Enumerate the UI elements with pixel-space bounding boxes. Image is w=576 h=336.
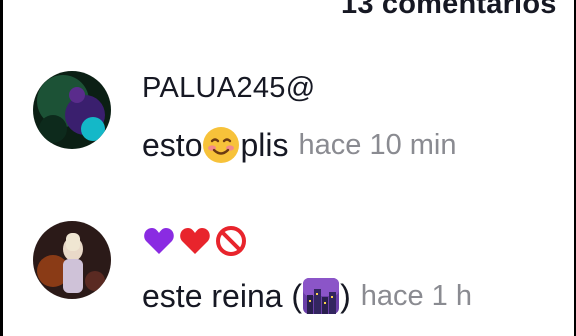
night-city-icon [302,277,340,315]
comment-body: esto plis hace 10 min [142,126,457,164]
red-heart-icon [178,224,212,263]
smiling-face-icon [202,126,240,164]
comment-timestamp: hace 10 min [298,128,457,161]
comment-timestamp: hace 1 h [360,279,472,312]
purple-heart-icon [142,224,176,263]
comment-text: esto [142,126,203,163]
comment-text: este reina ( [142,277,303,314]
comments-panel: 13 comentarios PALUA245@ esto plis hace … [3,0,574,336]
prohibited-icon [214,224,248,263]
avatar[interactable] [33,221,111,299]
avatar[interactable] [33,71,111,149]
reaction-row [142,224,248,263]
comment-username[interactable]: PALUA245@ [142,72,315,105]
comment-text-end: plis [240,126,289,163]
comment-body: este reina ( ) hace 1 h [142,277,472,315]
comment-text-end: ) [340,277,351,314]
comment-count-title: 13 comentarios [341,0,557,20]
